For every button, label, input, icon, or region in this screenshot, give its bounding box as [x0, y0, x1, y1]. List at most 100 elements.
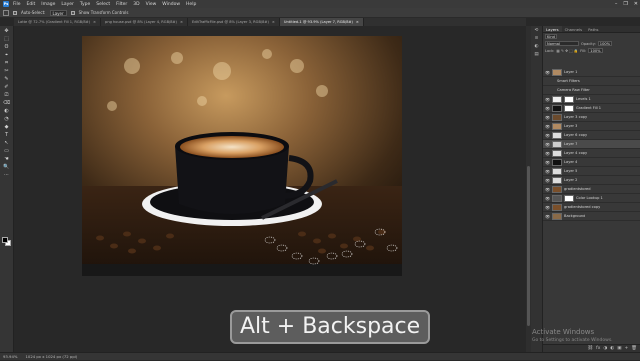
adjustments-icon[interactable]: ◐ [533, 44, 540, 50]
visibility-eye-icon[interactable]: 👁 [545, 97, 550, 102]
eyedropper-tool-icon[interactable]: ✎ [2, 75, 11, 82]
layer-row[interactable]: 👁 Gradient Fill 1 [543, 104, 640, 113]
layer-row[interactable]: 👁 Layer 1 [543, 68, 640, 77]
doc-tab[interactable]: EditTrafficFile.psd @ 8% (Layer 3, RGB/8… [188, 18, 280, 26]
tab-channels[interactable]: Channels [562, 26, 586, 32]
opacity-field[interactable]: 100% [597, 41, 613, 46]
more-tools-icon[interactable]: ⋯ [2, 171, 11, 178]
document-image[interactable] [82, 36, 402, 276]
menu-3d[interactable]: 3D [133, 2, 139, 7]
shape-tool-icon[interactable]: ▭ [2, 147, 11, 154]
libraries-icon[interactable]: ▤ [533, 52, 540, 58]
tab-paths[interactable]: Paths [585, 26, 601, 32]
visibility-eye-icon[interactable]: 👁 [545, 142, 550, 147]
menu-select[interactable]: Select [96, 2, 110, 7]
auto-select-dropdown[interactable]: Layer [49, 9, 67, 16]
close-icon[interactable]: × [272, 18, 275, 26]
visibility-eye-icon[interactable]: 👁 [545, 124, 550, 129]
lasso-tool-icon[interactable]: ʘ [2, 43, 11, 50]
tab-layers[interactable]: Layers [543, 26, 562, 32]
move-tool-icon[interactable]: ✥ [2, 27, 11, 34]
lock-icons[interactable]: ▦ ✎ ✥ ⬚ 🔒 [556, 49, 578, 53]
visibility-eye-icon[interactable]: 👁 [545, 205, 550, 210]
menu-view[interactable]: View [146, 2, 157, 7]
close-button[interactable]: ✕ [634, 1, 638, 7]
foreground-color-swatch[interactable] [2, 237, 8, 243]
minimize-button[interactable]: – [615, 1, 618, 7]
layer-mask-thumbnail[interactable] [564, 194, 574, 202]
history-icon[interactable]: ⟲ [533, 28, 540, 34]
menu-layer[interactable]: Layer [61, 2, 74, 7]
gradient-tool-icon[interactable]: ◐ [2, 107, 11, 114]
layer-row[interactable]: 👁 Levels 1 [543, 95, 640, 104]
dodge-tool-icon[interactable]: ◔ [2, 115, 11, 122]
visibility-eye-icon[interactable]: 👁 [545, 169, 550, 174]
add-mask-icon[interactable]: ◑ [603, 346, 607, 351]
layer-mask-thumbnail[interactable] [564, 104, 574, 112]
fill-field[interactable]: 100% [588, 48, 603, 53]
new-group-icon[interactable]: ▣ [617, 346, 621, 351]
visibility-eye-icon[interactable]: 👁 [545, 151, 550, 156]
stamp-tool-icon[interactable]: ⎚ [2, 91, 11, 98]
layer-row[interactable]: 👁 Layer 4 [543, 158, 640, 167]
menu-edit[interactable]: Edit [27, 2, 36, 7]
layer-row[interactable]: 👁 gradientstored [543, 185, 640, 194]
close-icon[interactable]: × [356, 18, 359, 26]
visibility-eye-icon[interactable]: 👁 [545, 133, 550, 138]
hand-tool-icon[interactable]: ☚ [2, 155, 11, 162]
doc-tab[interactable]: Latte @ 72.7% (Gradient Fill 1, RGB/8#) × [14, 18, 102, 26]
scroll-thumb[interactable] [527, 166, 530, 326]
visibility-eye-icon[interactable]: 👁 [545, 106, 550, 111]
close-icon[interactable]: × [93, 18, 96, 26]
layer-row[interactable]: Camera Raw Filter [543, 86, 640, 95]
layer-mask-thumbnail[interactable] [564, 95, 574, 103]
visibility-eye-icon[interactable]: 👁 [545, 178, 550, 183]
layer-row[interactable]: 👁 Layer 5 [543, 167, 640, 176]
pen-tool-icon[interactable]: ◆ [2, 123, 11, 130]
marquee-tool-icon[interactable]: ⬚ [2, 35, 11, 42]
visibility-eye-icon[interactable]: 👁 [545, 196, 550, 201]
move-tool-icon[interactable] [3, 9, 9, 16]
eraser-tool-icon[interactable]: ⌫ [2, 99, 11, 106]
slice-tool-icon[interactable]: ✂ [2, 67, 11, 74]
quick-select-tool-icon[interactable]: ⌖ [2, 51, 11, 58]
brush-tool-icon[interactable]: ✐ [2, 83, 11, 90]
delete-layer-icon[interactable]: 🗑 [631, 346, 637, 351]
menu-image[interactable]: Image [41, 2, 55, 7]
blend-mode-dropdown[interactable]: Normal [545, 41, 579, 46]
zoom-tool-icon[interactable]: 🔍 [2, 163, 11, 170]
layer-row[interactable]: 👁 Layer 3 [543, 122, 640, 131]
visibility-eye-icon[interactable]: 👁 [545, 115, 550, 120]
properties-icon[interactable]: ≡ [533, 36, 540, 42]
menu-help[interactable]: Help [186, 2, 196, 7]
layer-row[interactable]: 👁 Layer 3 copy [543, 113, 640, 122]
layer-row[interactable]: 👁 Layer 7 [543, 140, 640, 149]
layer-row[interactable]: 👁 Layer 2 [543, 176, 640, 185]
visibility-eye-icon[interactable]: 👁 [545, 160, 550, 165]
menu-window[interactable]: Window [162, 2, 180, 7]
visibility-eye-icon[interactable]: 👁 [545, 187, 550, 192]
menu-type[interactable]: Type [80, 2, 90, 7]
visibility-eye-icon[interactable]: 👁 [545, 214, 550, 219]
auto-select-checkbox[interactable] [13, 10, 17, 15]
restore-button[interactable]: ❐ [623, 1, 627, 7]
layer-style-icon[interactable]: fx [596, 346, 600, 351]
link-layers-icon[interactable]: ⛓ [587, 346, 593, 351]
menu-file[interactable]: File [13, 2, 21, 7]
layer-row[interactable]: 👁 Color Lookup 1 [543, 194, 640, 203]
transform-controls-checkbox[interactable] [70, 10, 75, 15]
type-tool-icon[interactable]: T [2, 131, 11, 138]
visibility-eye-icon[interactable]: 👁 [545, 70, 550, 75]
close-icon[interactable]: × [180, 18, 183, 26]
crop-tool-icon[interactable]: ⌗ [2, 59, 11, 66]
layer-row[interactable]: 👁 gradientstored copy [543, 203, 640, 212]
kind-filter-dropdown[interactable]: Kind [545, 34, 557, 39]
zoom-level[interactable]: 93.94% [3, 353, 17, 360]
doc-tab-active[interactable]: Untitled-1 @ 93.9% (Layer 7, RGB/8#) × [279, 18, 364, 26]
layer-row[interactable]: 👁 Background [543, 212, 640, 221]
menu-filter[interactable]: Filter [116, 2, 127, 7]
new-layer-icon[interactable]: + [625, 346, 629, 351]
layer-row[interactable]: 👁 Layer 6 copy [543, 131, 640, 140]
path-select-tool-icon[interactable]: ↖ [2, 139, 11, 146]
doc-tab[interactable]: png house.psd @ 8% (Layer 4, RGB/8#) × [101, 18, 188, 26]
